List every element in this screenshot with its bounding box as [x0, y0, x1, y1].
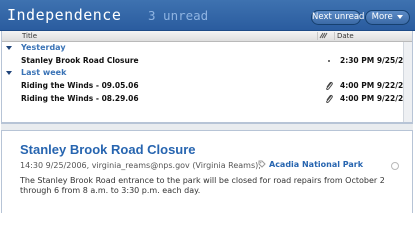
- list-item[interactable]: Riding the Winds - 09.05.06 4:00 PM 9/22…: [2, 80, 412, 92]
- column-header: Title Date: [2, 31, 412, 42]
- list-item[interactable]: Stanley Brook Road Closure 2:30 PM 9/25/…: [2, 55, 412, 67]
- article-title[interactable]: Stanley Brook Road Closure: [20, 142, 196, 157]
- paperclip-icon: [324, 94, 334, 104]
- group-label: Yesterday: [21, 43, 66, 52]
- flag-icon[interactable]: [391, 162, 399, 170]
- feed-link[interactable]: Acadia National Park: [258, 160, 363, 169]
- item-title: Riding the Winds - 08.29.06: [21, 94, 139, 103]
- column-divider: [317, 32, 318, 40]
- feed-name: Acadia National Park: [269, 160, 364, 169]
- reading-pane: Stanley Brook Road Closure 14:30 9/25/20…: [1, 131, 413, 213]
- article-body: The Stanley Brook Road entrance to the p…: [20, 176, 385, 195]
- article-meta: 14:30 9/25/2006, virginia_reams@nps.gov …: [20, 161, 261, 170]
- collapse-triangle-icon[interactable]: [6, 46, 12, 50]
- list-item[interactable]: Riding the Winds - 08.29.06 4:00 PM 9/22…: [2, 93, 412, 105]
- group-yesterday[interactable]: Yesterday: [2, 43, 412, 54]
- chevron-down-icon: [397, 14, 404, 19]
- column-divider: [334, 32, 335, 40]
- unread-dot-icon: [328, 60, 330, 62]
- header-bar: Independence 3 unread Next unread More: [0, 0, 415, 31]
- unread-count: 3 unread: [148, 8, 209, 23]
- list-scrollbar[interactable]: [403, 42, 412, 122]
- column-title[interactable]: Title: [22, 32, 37, 40]
- more-button-label: More: [371, 12, 393, 22]
- pane-splitter[interactable]: [1, 123, 413, 131]
- item-title: Stanley Brook Road Closure: [21, 56, 139, 65]
- next-unread-button[interactable]: Next unread: [311, 10, 364, 25]
- column-date[interactable]: Date: [337, 32, 354, 40]
- tag-icon: [258, 160, 266, 168]
- group-label: Last week: [21, 68, 67, 77]
- attachment-column-icon[interactable]: [319, 31, 329, 42]
- group-last-week[interactable]: Last week: [2, 68, 412, 79]
- collapse-triangle-icon[interactable]: [6, 71, 12, 75]
- more-button[interactable]: More: [365, 10, 410, 25]
- paperclip-icon: [324, 81, 334, 91]
- item-list: Title Date Yesterday Stanley Brook Road …: [1, 31, 413, 123]
- app-title: Independence: [7, 6, 122, 24]
- item-title: Riding the Winds - 09.05.06: [21, 81, 139, 90]
